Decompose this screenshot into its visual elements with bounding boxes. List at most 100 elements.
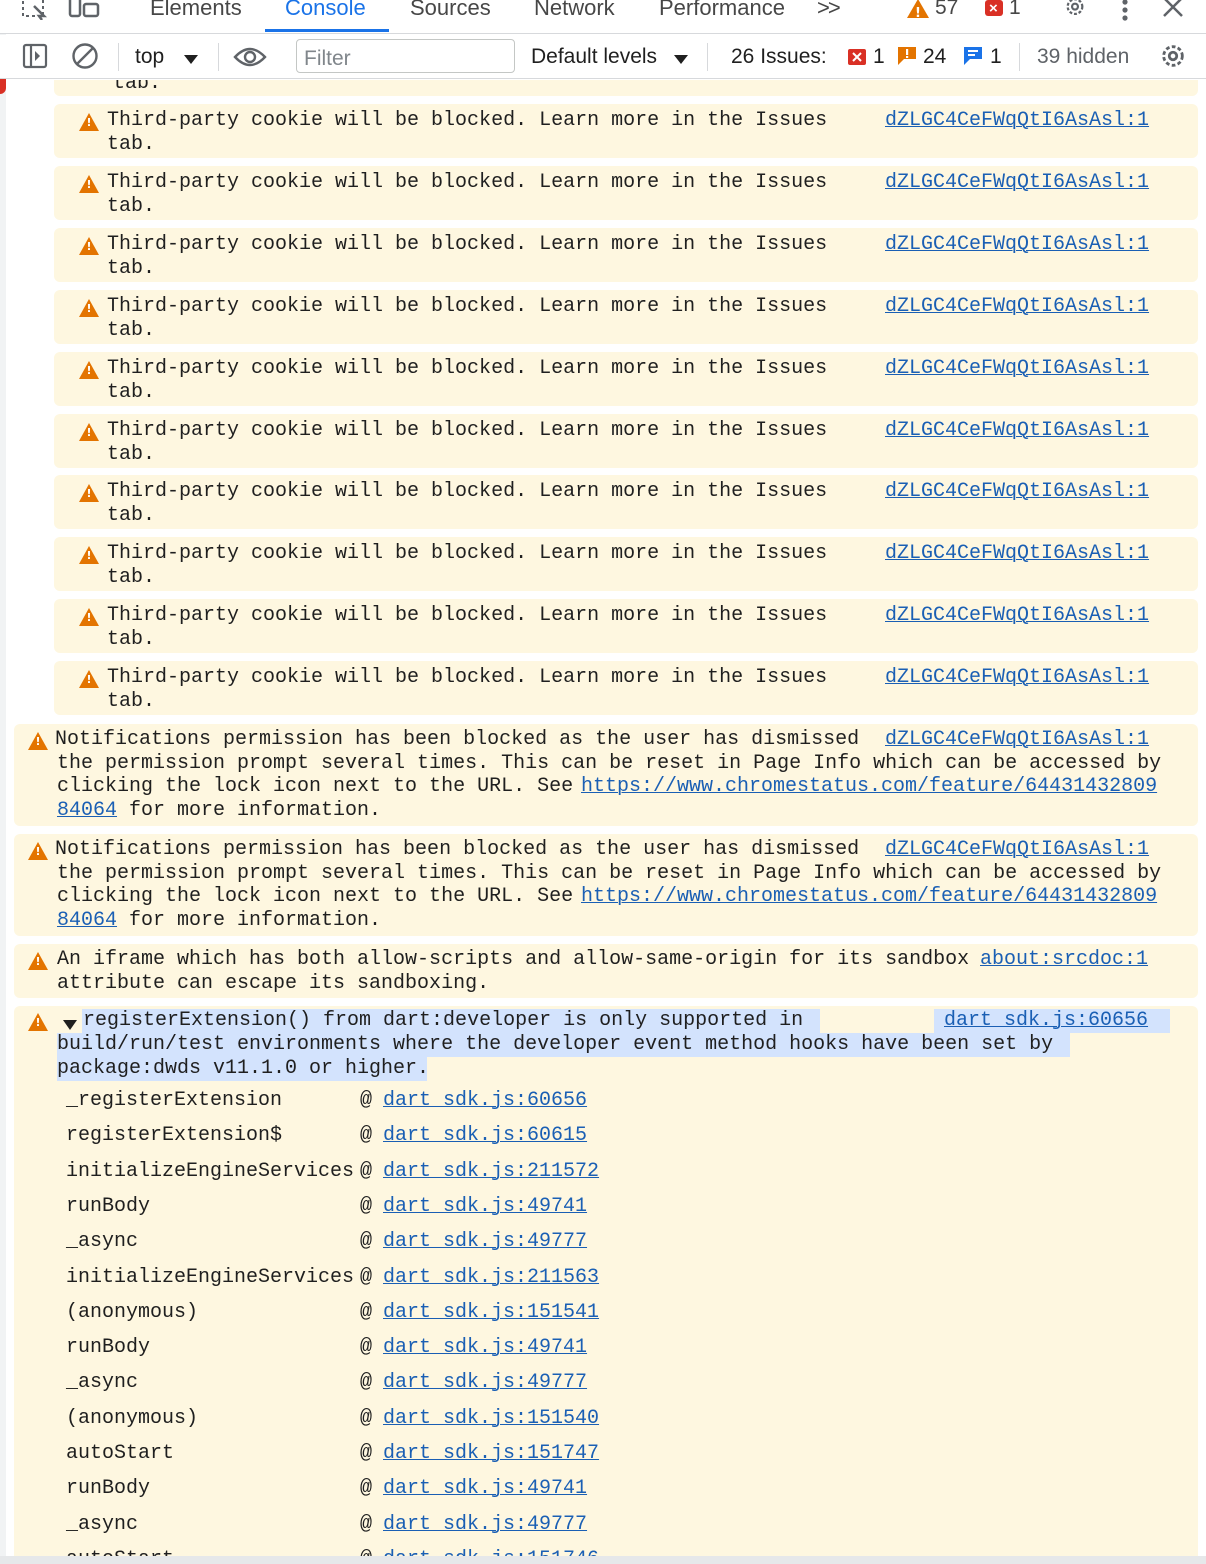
stack-frame-at: @ (360, 1477, 373, 1500)
stack-frame-link[interactable]: dart_sdk.js:49777 (383, 1371, 587, 1395)
message-text: Third-party cookie will be blocked. Lear… (107, 233, 828, 256)
warning-icon (79, 608, 99, 626)
issues-warning-icon (898, 47, 916, 71)
chromestatus-link-continued[interactable]: 84064 (57, 799, 117, 823)
message-text: the permission prompt several times. Thi… (57, 752, 1162, 775)
stack-frame-link[interactable]: dart_sdk.js:211572 (383, 1160, 599, 1184)
stack-frame-at: @ (360, 1124, 373, 1147)
console-message-warning: Notifications permission has been blocke… (14, 724, 1198, 826)
message-text: the permission prompt several times. Thi… (57, 862, 1162, 885)
stack-frame-function: runBody (66, 1477, 151, 1500)
stack-frame-link[interactable]: dart_sdk.js:49741 (383, 1336, 587, 1360)
console-message-warning: Third-party cookie will be blocked. Lear… (54, 290, 1198, 344)
warning-icon (79, 423, 99, 441)
sidebar-toggle-icon[interactable] (22, 43, 48, 74)
message-source-link[interactable]: dZLGC4CeFWqQtI6AsAsl:1 (885, 480, 1149, 504)
levels-dropdown-icon[interactable] (674, 52, 688, 70)
stack-frame-link[interactable]: dart_sdk.js:151540 (383, 1407, 599, 1431)
warning-icon (28, 1013, 48, 1031)
tab-console[interactable]: Console (285, 0, 366, 20)
stack-frame-link[interactable]: dart_sdk.js:211563 (383, 1266, 599, 1290)
clear-console-icon[interactable] (71, 42, 99, 75)
message-source-link[interactable]: dZLGC4CeFWqQtI6AsAsl:1 (885, 666, 1149, 690)
stack-frame-link[interactable]: dart_sdk.js:60615 (383, 1124, 587, 1148)
message-source-link[interactable]: dZLGC4CeFWqQtI6AsAsl:1 (885, 357, 1149, 381)
warnings-counter[interactable]: 57 (907, 0, 958, 26)
log-levels-dropdown[interactable]: Default levels (531, 45, 657, 69)
stack-frame-link[interactable]: dart_sdk.js:60656 (383, 1089, 587, 1113)
active-tab-indicator (265, 29, 389, 32)
message-text: for more information. (117, 909, 382, 932)
device-toolbar-icon[interactable] (68, 0, 102, 22)
close-icon[interactable] (1162, 0, 1184, 22)
devtools-tabbar: Elements Console Sources Network Perform… (0, 0, 1206, 34)
toolbar-divider (118, 43, 119, 71)
tab-performance[interactable]: Performance (659, 0, 785, 20)
message-text: tab. (107, 628, 156, 651)
stack-frame: runBody @ dart_sdk.js:49741 (66, 1477, 766, 1501)
message-source-link[interactable]: dZLGC4CeFWqQtI6AsAsl:1 (885, 542, 1149, 566)
warning-icon (28, 842, 48, 860)
stack-frame: runBody @ dart_sdk.js:49741 (66, 1336, 766, 1360)
message-source-link[interactable]: dZLGC4CeFWqQtI6AsAsl:1 (885, 171, 1149, 195)
stack-frame: _async @ dart_sdk.js:49777 (66, 1371, 766, 1395)
chromestatus-link[interactable]: https://www.chromestatus.com/feature/644… (581, 885, 1157, 909)
stack-frame-link[interactable]: dart_sdk.js:49777 (383, 1230, 587, 1254)
message-text: An iframe which has both allow-scripts a… (57, 948, 970, 971)
message-text: for more information. (117, 799, 382, 822)
more-options-icon[interactable] (1118, 0, 1132, 22)
live-expression-eye-icon[interactable] (233, 45, 267, 74)
stack-frame-at: @ (360, 1513, 373, 1536)
stack-frame-link[interactable]: dart_sdk.js:49741 (383, 1477, 587, 1501)
message-source-link[interactable]: dZLGC4CeFWqQtI6AsAsl:1 (885, 838, 1149, 862)
message-text: tab. (107, 133, 156, 156)
more-tabs-icon[interactable]: >> (817, 0, 841, 20)
message-text: tab. (107, 690, 156, 713)
stack-frame-at: @ (360, 1371, 373, 1394)
message-source-link[interactable]: dZLGC4CeFWqQtI6AsAsl:1 (885, 233, 1149, 257)
message-source-link[interactable]: dart_sdk.js:60656 (944, 1009, 1148, 1033)
settings-gear-icon[interactable] (1060, 0, 1090, 22)
message-source-link[interactable]: dZLGC4CeFWqQtI6AsAsl:1 (885, 419, 1149, 443)
message-text: Third-party cookie will be blocked. Lear… (107, 604, 828, 627)
stack-frame-link[interactable]: dart_sdk.js:151747 (383, 1442, 599, 1466)
stack-frame: (anonymous) @ dart_sdk.js:151541 (66, 1301, 766, 1325)
filter-input[interactable]: Filter (296, 39, 515, 73)
console-message-warning-expanded: registerExtension() from dart:developer … (14, 1006, 1198, 1564)
stack-frame-link[interactable]: dart_sdk.js:49777 (383, 1513, 587, 1537)
message-text: Notifications permission has been blocke… (55, 728, 860, 751)
issues-button[interactable]: 26 Issues: (731, 45, 827, 69)
message-source-link[interactable]: dZLGC4CeFWqQtI6AsAsl:1 (885, 295, 1149, 319)
inspect-element-icon[interactable] (22, 0, 48, 22)
console-message-warning: An iframe which has both allow-scripts a… (14, 944, 1198, 998)
warning-icon (79, 670, 99, 688)
stack-frame: runBody @ dart_sdk.js:49741 (66, 1195, 766, 1219)
stack-frame-function: (anonymous) (66, 1301, 199, 1324)
stack-frame-link[interactable]: dart_sdk.js:49741 (383, 1195, 587, 1219)
console-message-warning: Third-party cookie will be blocked. Lear… (54, 228, 1198, 282)
message-source-link[interactable]: dZLGC4CeFWqQtI6AsAsl:1 (885, 604, 1149, 628)
errors-counter[interactable]: 1 (985, 0, 1021, 21)
stack-frame-function: _async (66, 1230, 139, 1253)
stack-frame-function: _registerExtension (66, 1089, 283, 1112)
chromestatus-link[interactable]: https://www.chromestatus.com/feature/644… (581, 775, 1157, 799)
issues-error-count: 1 (873, 45, 885, 68)
message-source-link[interactable]: about:srcdoc:1 (980, 948, 1148, 972)
context-selector[interactable]: top (135, 45, 164, 69)
stack-frame-link[interactable]: dart_sdk.js:151541 (383, 1301, 599, 1325)
console-settings-gear-icon[interactable] (1159, 42, 1187, 75)
message-source-link[interactable]: dZLGC4CeFWqQtI6AsAsl:1 (885, 728, 1149, 752)
warning-icon (28, 952, 48, 970)
tab-network[interactable]: Network (534, 0, 615, 20)
stack-frame: (anonymous) @ dart_sdk.js:151540 (66, 1407, 766, 1431)
error-icon (985, 0, 1003, 21)
stack-frame-at: @ (360, 1195, 373, 1218)
tab-elements[interactable]: Elements (150, 0, 242, 20)
tab-sources[interactable]: Sources (410, 0, 491, 20)
message-source-link[interactable]: dZLGC4CeFWqQtI6AsAsl:1 (885, 109, 1149, 133)
chromestatus-link-continued[interactable]: 84064 (57, 909, 117, 933)
toolbar-divider (1019, 43, 1020, 71)
stack-frame-at: @ (360, 1442, 373, 1465)
console-toolbar: top Filter Default levels 26 Issues: 1 2… (0, 35, 1206, 79)
context-dropdown-icon[interactable] (184, 52, 198, 70)
